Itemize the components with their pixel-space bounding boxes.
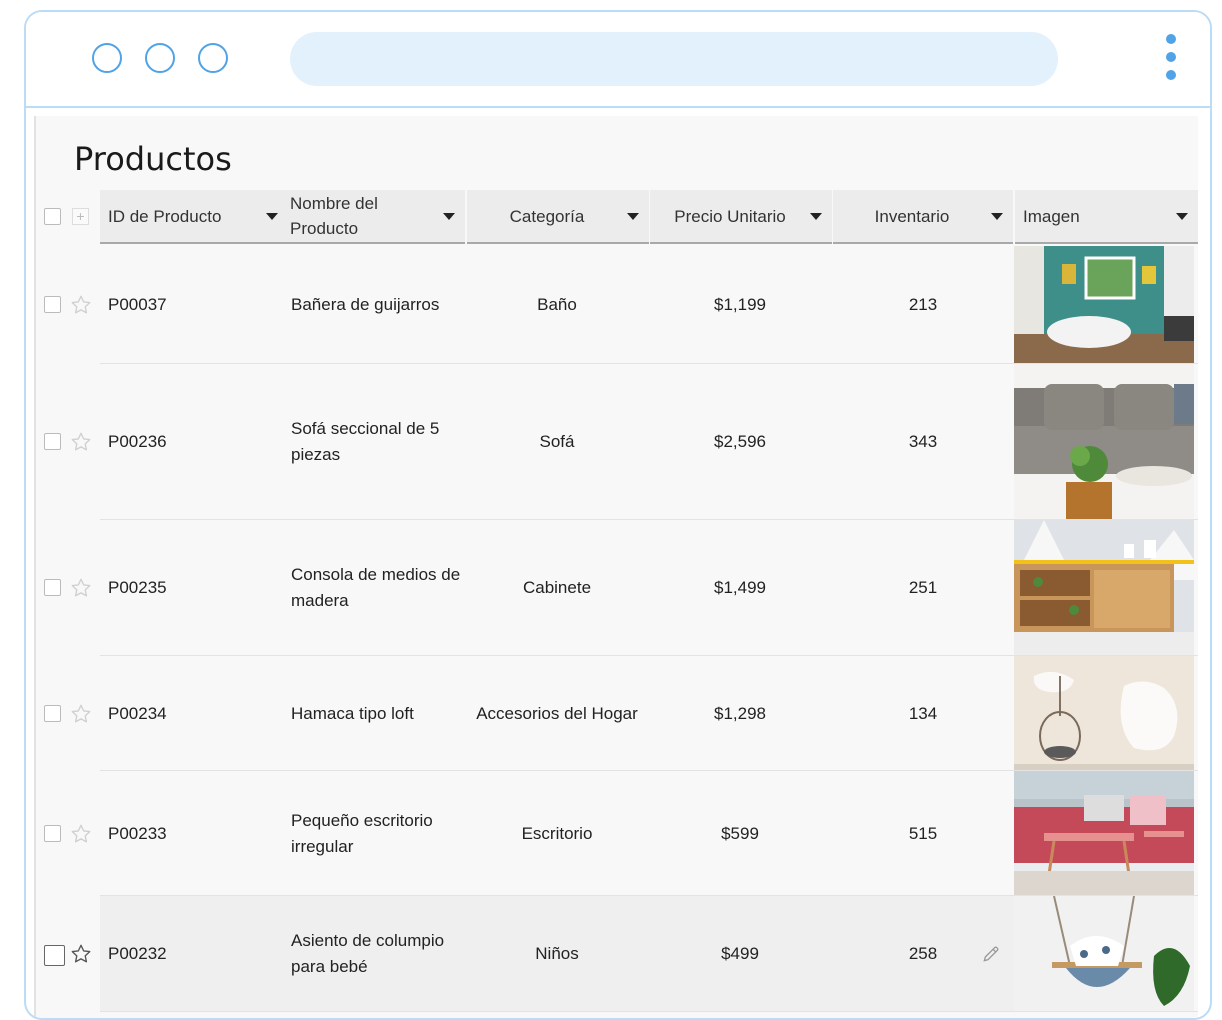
cell-product-name: Hamaca tipo loft <box>291 703 414 723</box>
table-row[interactable]: P00233 Pequeño escritorio irregular Escr… <box>36 771 1198 896</box>
column-header-label: Inventario <box>874 206 950 226</box>
column-header-name[interactable]: Nombre del Producto <box>282 190 465 244</box>
column-header-label: Precio Unitario <box>674 206 786 226</box>
cell-unit-price: $499 <box>721 944 759 963</box>
column-header-category[interactable]: Categoría <box>467 190 649 244</box>
table-row[interactable]: P00234 Hamaca tipo loft Accesorios del H… <box>36 656 1198 771</box>
column-header-inventory[interactable]: Inventario <box>833 190 1013 244</box>
row-checkbox[interactable] <box>44 433 61 450</box>
column-header-image[interactable]: Imagen <box>1015 190 1198 244</box>
cell-unit-price: $1,499 <box>714 578 766 597</box>
cell-category: Sofá <box>539 432 575 451</box>
star-icon[interactable] <box>70 577 92 599</box>
window-control-button[interactable] <box>198 43 228 73</box>
column-header-label: Imagen <box>1023 206 1080 226</box>
address-bar[interactable] <box>290 32 1058 86</box>
table-header: + ID de Producto Nombre del Producto Cat… <box>36 190 1198 244</box>
row-checkbox[interactable] <box>44 704 61 722</box>
sort-dropdown-icon[interactable] <box>810 212 822 220</box>
star-icon[interactable] <box>70 823 92 845</box>
table-row[interactable]: P00236 Sofá seccional de 5 piezas Sofá $… <box>36 364 1198 520</box>
cell-unit-price: $599 <box>721 823 759 843</box>
sort-dropdown-icon[interactable] <box>991 212 1003 220</box>
cabinet-photo <box>1014 520 1194 656</box>
cell-inventory: 213 <box>908 295 938 314</box>
table-row[interactable]: P00235 Consola de medios de madera Cabin… <box>36 520 1198 656</box>
add-icon[interactable]: + <box>72 208 89 225</box>
cell-unit-price: $1,199 <box>714 295 766 314</box>
cell-category: Niños <box>535 944 579 963</box>
cell-product-id: P00236 <box>108 432 167 451</box>
hammock-photo <box>1014 656 1194 771</box>
row-checkbox[interactable] <box>44 945 65 966</box>
window-control-button[interactable] <box>145 43 175 73</box>
select-all-checkbox[interactable] <box>44 208 61 225</box>
sort-dropdown-icon[interactable] <box>443 212 455 220</box>
cell-product-id: P00233 <box>108 823 167 843</box>
cell-product-name: Bañera de guijarros <box>291 295 440 314</box>
cell-unit-price: $1,298 <box>714 703 766 723</box>
sofa-photo <box>1014 364 1194 520</box>
cell-category: Escritorio <box>521 823 593 843</box>
browser-window: Productos + ID de Producto Nombre del Pr… <box>24 10 1212 1020</box>
row-checkbox[interactable] <box>44 296 61 313</box>
sort-dropdown-icon[interactable] <box>266 212 278 220</box>
column-header-id[interactable]: ID de Producto <box>100 190 288 244</box>
column-header-label: ID de Producto <box>108 206 222 226</box>
cell-product-id: P00037 <box>108 295 167 314</box>
cell-category: Accesorios del Hogar <box>476 703 638 723</box>
table-row[interactable]: P00037 Bañera de guijarros Baño $1,199 2… <box>36 246 1198 364</box>
column-header-label: Nombre del Producto <box>290 194 378 238</box>
edit-pencil-icon[interactable] <box>981 944 1001 964</box>
cell-inventory: 515 <box>908 823 938 843</box>
row-checkbox[interactable] <box>44 824 61 842</box>
products-app: Productos + ID de Producto Nombre del Pr… <box>34 116 1198 1018</box>
cell-category: Baño <box>537 295 577 314</box>
cell-product-name: Asiento de columpio para bebé <box>291 931 445 976</box>
cell-product-id: P00234 <box>108 703 167 723</box>
star-icon[interactable] <box>70 703 92 725</box>
star-icon[interactable] <box>70 943 92 965</box>
cell-product-id: P00232 <box>108 944 167 963</box>
column-header-label: Categoría <box>509 206 585 226</box>
sort-dropdown-icon[interactable] <box>627 212 639 220</box>
cell-category: Cabinete <box>522 578 592 597</box>
bathroom-photo <box>1014 246 1194 364</box>
cell-inventory: 134 <box>908 703 938 723</box>
cell-inventory: 251 <box>908 578 938 597</box>
star-icon[interactable] <box>70 431 92 453</box>
cell-inventory: 343 <box>908 432 938 451</box>
cell-product-name: Sofá seccional de 5 piezas <box>291 419 440 464</box>
cell-product-name: Pequeño escritorio irregular <box>291 810 433 856</box>
browser-toolbar <box>26 12 1210 108</box>
swing-photo <box>1014 896 1194 1012</box>
cell-product-name: Consola de medios de madera <box>291 565 461 610</box>
star-icon[interactable] <box>70 294 92 316</box>
more-vertical-icon[interactable] <box>1164 34 1178 84</box>
cell-product-id: P00235 <box>108 578 167 597</box>
table-row[interactable]: P00232 Asiento de columpio para bebé Niñ… <box>36 896 1198 1012</box>
desk-photo <box>1014 771 1194 896</box>
cell-unit-price: $2,596 <box>714 432 766 451</box>
page-title: Productos <box>74 140 232 178</box>
column-header-price[interactable]: Precio Unitario <box>650 190 832 244</box>
row-checkbox[interactable] <box>44 579 61 596</box>
sort-dropdown-icon[interactable] <box>1176 212 1188 220</box>
window-control-button[interactable] <box>92 43 122 73</box>
